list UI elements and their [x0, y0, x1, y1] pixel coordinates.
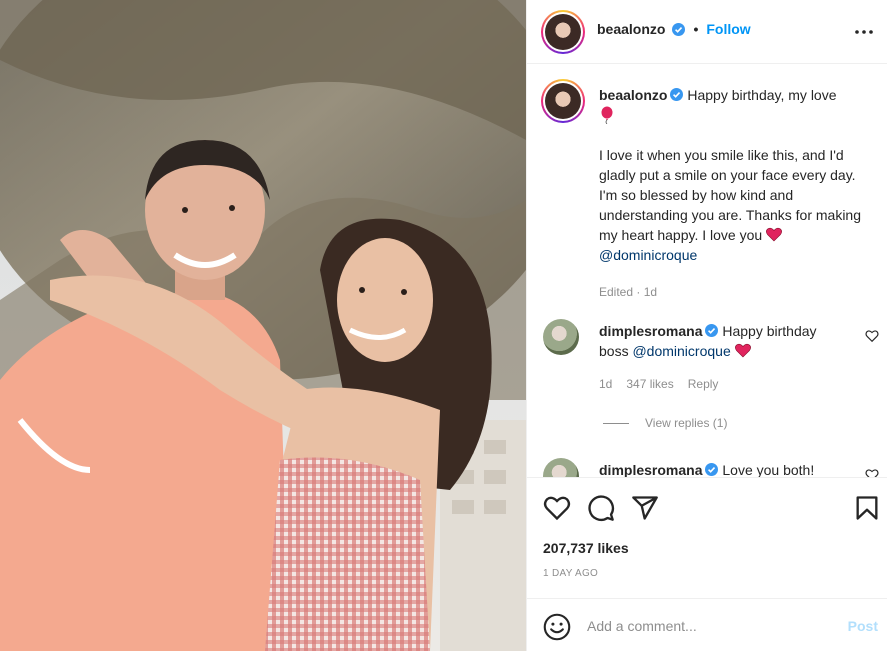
- more-horizontal-icon[interactable]: [854, 22, 874, 42]
- post-timestamp[interactable]: 1 DAY AGO: [543, 568, 598, 579]
- comment-mention-link[interactable]: @dominicroque: [632, 343, 730, 359]
- share-paper-plane-icon[interactable]: [631, 494, 659, 522]
- separator-dot: •: [693, 21, 699, 37]
- comment-input[interactable]: [587, 615, 827, 637]
- post-photo[interactable]: [0, 0, 526, 651]
- caption-avatar[interactable]: [541, 79, 585, 123]
- comments-list[interactable]: beaalonzo Happy birthday, my love I love…: [527, 65, 887, 477]
- red-heart-emoji-icon: [734, 343, 751, 358]
- comment-bubble-icon[interactable]: [587, 494, 615, 522]
- comment-text: Love you both!: [722, 462, 815, 477]
- balloon-emoji-icon: [601, 106, 613, 124]
- author-username[interactable]: beaalonzo: [597, 21, 665, 37]
- post-header: beaalonzo • Follow: [527, 0, 887, 64]
- author-avatar[interactable]: [541, 10, 585, 54]
- verified-badge-icon: [670, 88, 684, 101]
- caption-paragraph: I love it when you smile like this, and …: [599, 147, 862, 243]
- commenter-username[interactable]: dimplesromana: [599, 462, 702, 477]
- commenter-username[interactable]: dimplesromana: [599, 323, 702, 339]
- like-heart-icon[interactable]: [543, 494, 571, 522]
- view-replies-label: View replies (1): [645, 416, 728, 430]
- follow-button[interactable]: Follow: [706, 21, 750, 37]
- post-actions-bar: 207,737 likes 1 DAY AGO: [527, 477, 887, 597]
- comment-likes-count[interactable]: 347 likes: [626, 377, 673, 391]
- caption-first-line: Happy birthday, my love: [687, 87, 837, 103]
- comment-like-heart-icon[interactable]: [865, 329, 879, 343]
- post-side-panel: beaalonzo • Follow beaalonzo Happy birth…: [526, 0, 887, 651]
- commenter-avatar[interactable]: [543, 458, 579, 477]
- verified-badge-icon: [705, 324, 719, 337]
- caption-meta: Edited · 1d: [599, 285, 658, 299]
- caption-mention-link[interactable]: @dominicroque: [599, 247, 697, 263]
- emoji-smiley-icon[interactable]: [543, 613, 571, 641]
- red-heart-emoji-icon: [766, 227, 782, 242]
- comment-reply-button[interactable]: Reply: [688, 377, 719, 391]
- view-replies-button[interactable]: View replies (1): [603, 416, 727, 430]
- verified-badge-icon: [705, 463, 719, 476]
- comment-time[interactable]: 1d: [599, 377, 612, 391]
- verified-badge-icon: [672, 22, 686, 36]
- commenter-avatar[interactable]: [543, 319, 579, 355]
- add-comment-bar: Post: [527, 598, 887, 651]
- comment-like-heart-icon[interactable]: [865, 468, 879, 477]
- couple-photo-illustration: [0, 0, 526, 651]
- replies-divider-line: [603, 422, 629, 424]
- likes-count[interactable]: 207,737 likes: [543, 540, 629, 556]
- post-comment-button[interactable]: Post: [848, 618, 878, 634]
- caption-username[interactable]: beaalonzo: [599, 87, 667, 103]
- save-bookmark-icon[interactable]: [853, 494, 881, 522]
- instagram-post-modal: beaalonzo • Follow beaalonzo Happy birth…: [0, 0, 887, 651]
